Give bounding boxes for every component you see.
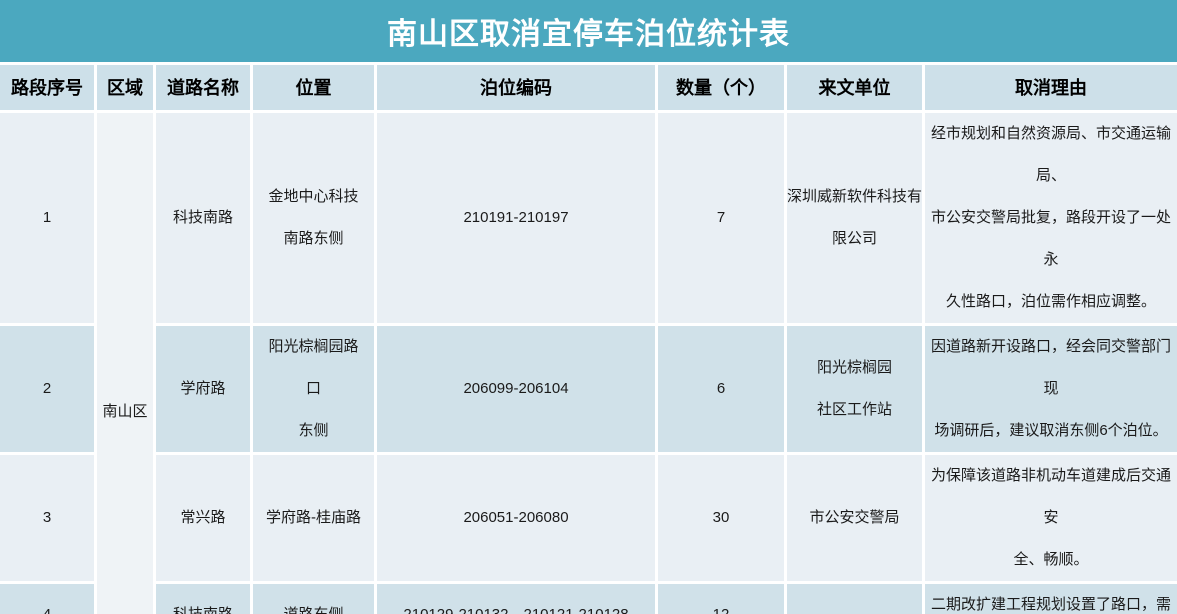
header-row: 路段序号 区域 道路名称 位置 泊位编码 数量（个） 来文单位 取消理由: [0, 62, 1177, 110]
seq-cell: 1: [0, 110, 97, 323]
table-row: 4 科技南路 道路东侧 210129-210132、210121-210128 …: [0, 581, 1177, 614]
header-qty: 数量（个）: [658, 62, 787, 110]
qty-cell: 6: [658, 323, 787, 452]
header-codes: 泊位编码: [377, 62, 658, 110]
qty-cell: 30: [658, 452, 787, 581]
statistics-table: 路段序号 区域 道路名称 位置 泊位编码 数量（个） 来文单位 取消理由 1 南…: [0, 62, 1177, 614]
seq-cell: 2: [0, 323, 97, 452]
road-cell: 学府路: [156, 323, 253, 452]
location-cell: 金地中心科技 南路东侧: [253, 110, 377, 323]
header-location: 位置: [253, 62, 377, 110]
reason-cell: 为保障该道路非机动车道建成后交通安 全、畅顺。: [925, 452, 1177, 581]
header-region: 区域: [97, 62, 156, 110]
qty-cell: 12: [658, 581, 787, 614]
location-cell: 道路东侧: [253, 581, 377, 614]
codes-cell: 210191-210197: [377, 110, 658, 323]
unit-cell: 阳光棕榈园 社区工作站: [787, 323, 925, 452]
page: 南山区取消宜停车泊位统计表 路段序号 区域 道路名称 位置 泊位编码 数量（个）…: [0, 0, 1177, 614]
reason-cell: 经市规划和自然资源局、市交通运输局、 市公安交警局批复，路段开设了一处永 久性路…: [925, 110, 1177, 323]
unit-cell: 市公安交警局: [787, 452, 925, 581]
title-bar: 南山区取消宜停车泊位统计表: [0, 0, 1177, 62]
region-cell: 南山区: [97, 110, 156, 614]
seq-cell: 4: [0, 581, 97, 614]
reason-cell: 二期改扩建工程规划设置了路口，需对 泊位作相应调整。: [925, 581, 1177, 614]
road-cell: 常兴路: [156, 452, 253, 581]
location-cell: 阳光棕榈园路 口 东侧: [253, 323, 377, 452]
codes-cell: 210129-210132、210121-210128: [377, 581, 658, 614]
unit-cell: 深圳威新软件科技有 限公司: [787, 110, 925, 323]
header-unit: 来文单位: [787, 62, 925, 110]
road-cell: 科技南路: [156, 581, 253, 614]
codes-cell: 206051-206080: [377, 452, 658, 581]
page-title: 南山区取消宜停车泊位统计表: [387, 9, 790, 53]
header-road: 道路名称: [156, 62, 253, 110]
qty-cell: 7: [658, 110, 787, 323]
codes-cell: 206099-206104: [377, 323, 658, 452]
header-seq: 路段序号: [0, 62, 97, 110]
road-cell: 科技南路: [156, 110, 253, 323]
location-cell: 学府路-桂庙路: [253, 452, 377, 581]
table-row: 2 学府路 阳光棕榈园路 口 东侧 206099-206104 6 阳光棕榈园 …: [0, 323, 1177, 452]
seq-cell: 3: [0, 452, 97, 581]
reason-cell: 因道路新开设路口，经会同交警部门现 场调研后，建议取消东侧6个泊位。: [925, 323, 1177, 452]
table-row: 3 常兴路 学府路-桂庙路 206051-206080 30 市公安交警局 为保…: [0, 452, 1177, 581]
unit-cell: 南山区建筑工务署: [787, 581, 925, 614]
header-reason: 取消理由: [925, 62, 1177, 110]
table-row: 1 南山区 科技南路 金地中心科技 南路东侧 210191-210197 7 深…: [0, 110, 1177, 323]
